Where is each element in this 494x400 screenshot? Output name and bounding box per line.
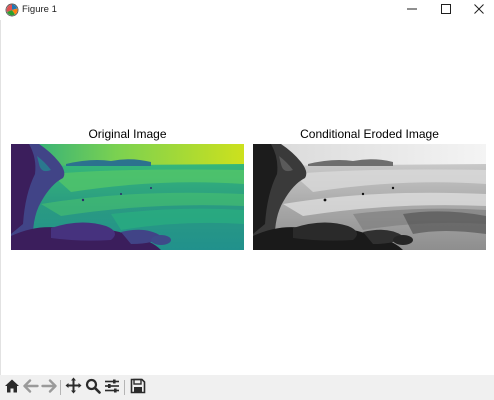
toolbar-separator bbox=[60, 380, 61, 395]
configure-subplots-button[interactable] bbox=[103, 379, 121, 397]
back-arrow-icon bbox=[23, 378, 39, 399]
maximize-button[interactable] bbox=[429, 0, 462, 20]
home-button[interactable] bbox=[3, 379, 21, 397]
maximize-icon bbox=[440, 1, 451, 19]
original-image bbox=[11, 144, 244, 250]
zoom-button[interactable] bbox=[84, 378, 102, 399]
save-button[interactable] bbox=[129, 378, 147, 399]
eroded-image-title: Conditional Eroded Image bbox=[300, 127, 439, 141]
close-button[interactable] bbox=[462, 0, 494, 20]
close-icon bbox=[473, 1, 484, 19]
minimize-button[interactable] bbox=[395, 0, 428, 20]
matplotlib-figure-icon bbox=[5, 3, 19, 17]
original-image-title: Original Image bbox=[88, 127, 167, 141]
zoom-icon bbox=[85, 378, 101, 399]
save-icon bbox=[130, 378, 146, 399]
forward-button[interactable] bbox=[40, 378, 58, 399]
window-titlebar: Figure 1 bbox=[0, 0, 494, 20]
configure-subplots-icon bbox=[104, 378, 120, 399]
toolbar-separator bbox=[124, 380, 125, 395]
navigation-toolbar bbox=[0, 375, 494, 400]
pan-button[interactable] bbox=[64, 377, 82, 399]
back-button[interactable] bbox=[22, 378, 40, 399]
minimize-icon bbox=[406, 1, 417, 19]
conditional-eroded-image bbox=[253, 144, 486, 250]
window-border bbox=[0, 20, 1, 400]
forward-arrow-icon bbox=[41, 378, 57, 399]
pan-icon bbox=[65, 377, 82, 399]
window-title: Figure 1 bbox=[22, 4, 57, 15]
home-icon bbox=[4, 378, 20, 399]
